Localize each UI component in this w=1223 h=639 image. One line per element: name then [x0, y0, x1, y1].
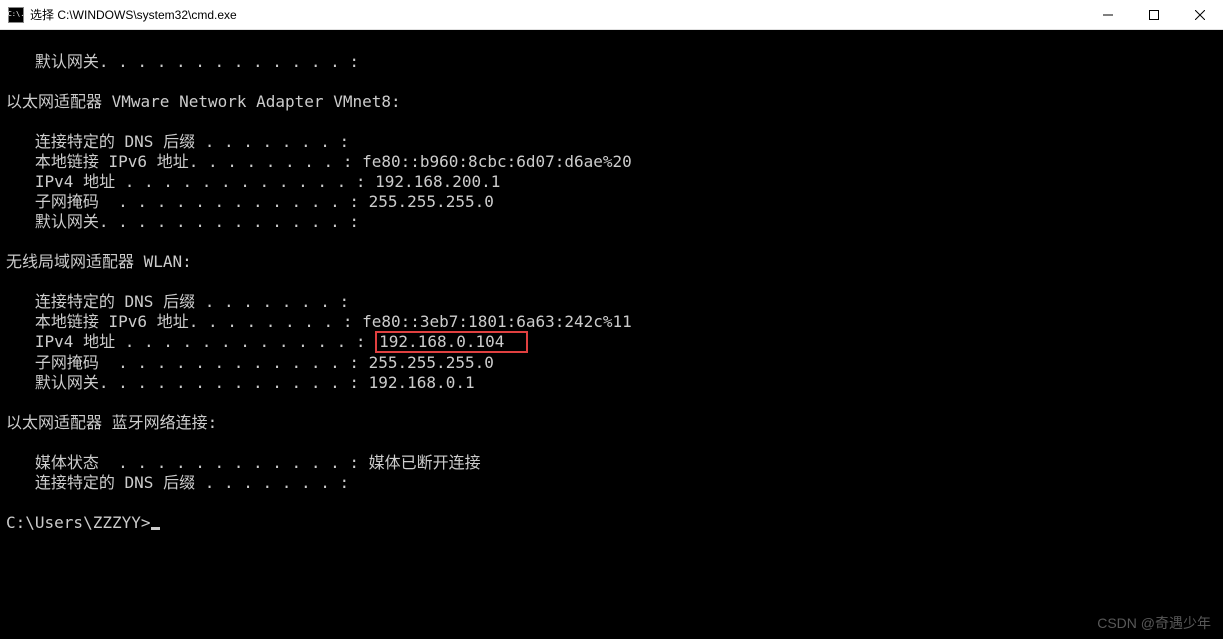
subnet-value: 255.255.255.0	[369, 192, 494, 211]
ipv4-value: 192.168.200.1	[375, 172, 500, 191]
blank-line	[6, 112, 1217, 132]
ipv4-label: IPv4 地址 . . . . . . . . . . . . :	[6, 172, 375, 191]
cmd-icon-text: C:\.	[8, 11, 25, 18]
blank-line	[6, 393, 1217, 413]
adapter-header: 以太网适配器 VMware Network Adapter VMnet8:	[6, 92, 1217, 112]
title-bar: C:\. 选择 C:\WINDOWS\system32\cmd.exe	[0, 0, 1223, 30]
media-state-value: 媒体已断开连接	[369, 453, 481, 472]
ipv6-line: 本地链接 IPv6 地址. . . . . . . . : fe80::3eb7…	[6, 312, 1217, 332]
ipv6-value: fe80::3eb7:1801:6a63:242c%11	[362, 312, 632, 331]
output-line: 默认网关. . . . . . . . . . . . . :	[6, 52, 1217, 72]
subnet-line: 子网掩码 . . . . . . . . . . . . : 255.255.2…	[6, 353, 1217, 373]
gateway-line: 默认网关. . . . . . . . . . . . . : 192.168.…	[6, 373, 1217, 393]
subnet-label: 子网掩码 . . . . . . . . . . . . :	[6, 192, 369, 211]
media-state-label: 媒体状态 . . . . . . . . . . . . :	[6, 453, 369, 472]
cursor-icon	[151, 527, 160, 530]
ipv6-value: fe80::b960:8cbc:6d07:d6ae%20	[362, 152, 632, 171]
gateway-value: 192.168.0.1	[369, 373, 475, 392]
dns-suffix-line: 连接特定的 DNS 后缀 . . . . . . . :	[6, 473, 1217, 493]
subnet-line: 子网掩码 . . . . . . . . . . . . : 255.255.2…	[6, 192, 1217, 212]
blank-line	[6, 272, 1217, 292]
gateway-line: 默认网关. . . . . . . . . . . . . :	[6, 212, 1217, 232]
cmd-icon: C:\.	[8, 7, 24, 23]
blank-line	[6, 72, 1217, 92]
ipv4-line: IPv4 地址 . . . . . . . . . . . . : 192.16…	[6, 332, 1217, 353]
dns-suffix-line: 连接特定的 DNS 后缀 . . . . . . . :	[6, 132, 1217, 152]
prompt-text: C:\Users\ZZZYY>	[6, 513, 151, 532]
blank-line	[6, 493, 1217, 513]
terminal-output[interactable]: 默认网关. . . . . . . . . . . . . : 以太网适配器 VM…	[0, 30, 1223, 639]
blank-line	[6, 232, 1217, 252]
subnet-value: 255.255.255.0	[369, 353, 494, 372]
subnet-label: 子网掩码 . . . . . . . . . . . . :	[6, 353, 369, 372]
prompt-line: C:\Users\ZZZYY>	[6, 513, 1217, 533]
adapter-header: 以太网适配器 蓝牙网络连接:	[6, 413, 1217, 433]
maximize-button[interactable]	[1131, 0, 1177, 30]
watermark-text: CSDN @奇遇少年	[1097, 613, 1211, 633]
terminal-content: 默认网关. . . . . . . . . . . . . : 以太网适配器 VM…	[6, 52, 1217, 533]
ipv6-label: 本地链接 IPv6 地址. . . . . . . . :	[6, 152, 362, 171]
blank-line	[6, 433, 1217, 453]
dns-suffix-line: 连接特定的 DNS 后缀 . . . . . . . :	[6, 292, 1217, 312]
ipv6-line: 本地链接 IPv6 地址. . . . . . . . : fe80::b960…	[6, 152, 1217, 172]
gateway-label: 默认网关. . . . . . . . . . . . . :	[6, 373, 369, 392]
minimize-button[interactable]	[1085, 0, 1131, 30]
adapter-header: 无线局域网适配器 WLAN:	[6, 252, 1217, 272]
window-title: 选择 C:\WINDOWS\system32\cmd.exe	[30, 6, 237, 23]
ipv4-label: IPv4 地址 . . . . . . . . . . . . :	[6, 332, 375, 351]
media-state-line: 媒体状态 . . . . . . . . . . . . : 媒体已断开连接	[6, 453, 1217, 473]
window-controls	[1085, 0, 1223, 30]
ipv6-label: 本地链接 IPv6 地址. . . . . . . . :	[6, 312, 362, 331]
close-button[interactable]	[1177, 0, 1223, 30]
ipv4-line: IPv4 地址 . . . . . . . . . . . . : 192.16…	[6, 172, 1217, 192]
highlighted-ip: 192.168.0.104	[375, 331, 528, 353]
